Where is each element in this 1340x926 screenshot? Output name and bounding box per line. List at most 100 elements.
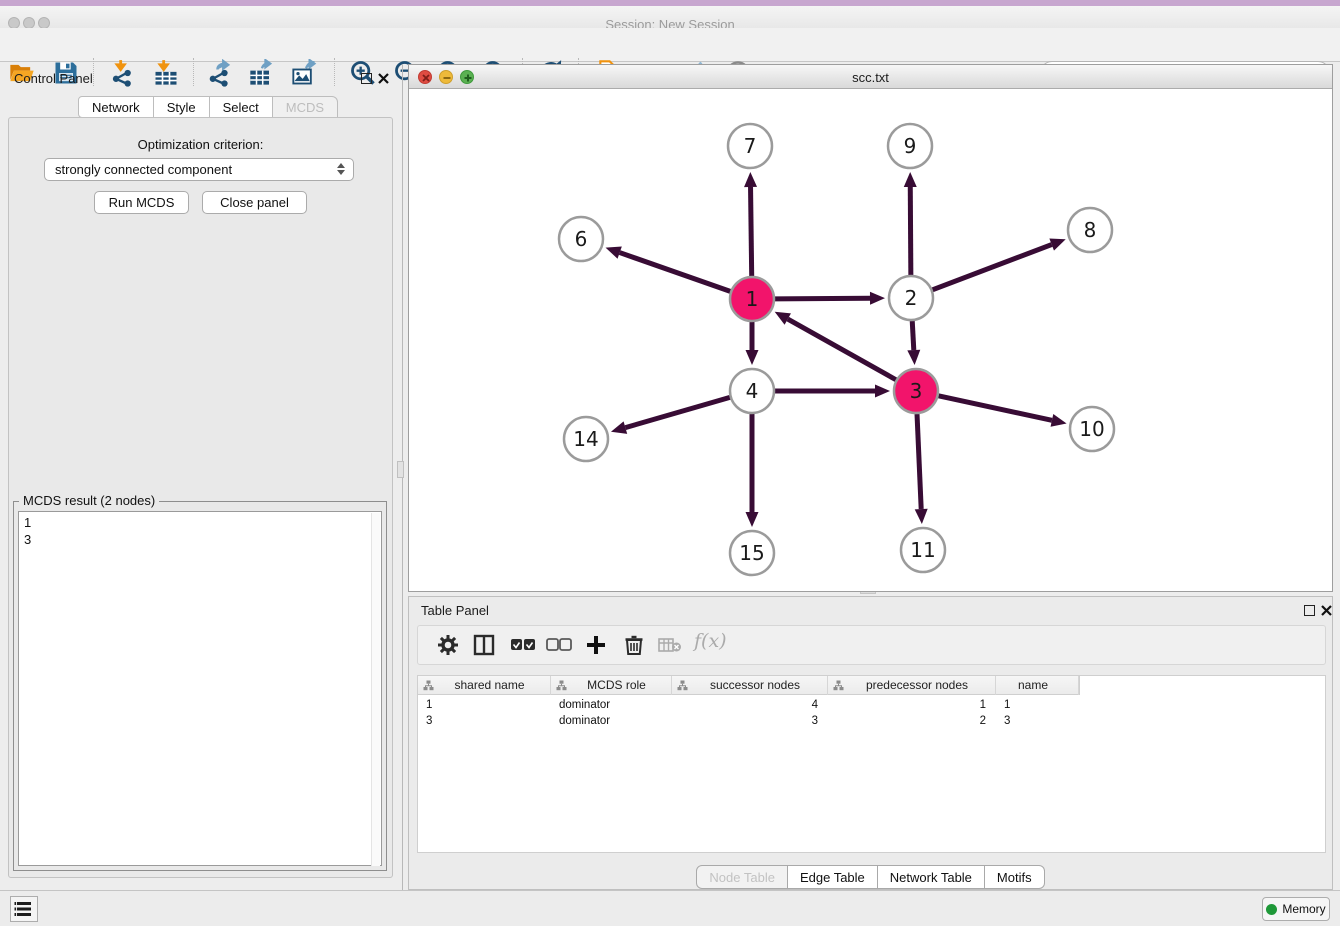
select-stepper-icon [337, 163, 345, 175]
select-all-checkboxes-icon[interactable] [510, 638, 536, 657]
memory-button[interactable]: Memory [1262, 897, 1330, 921]
column-header-mcds-role[interactable]: MCDS role [551, 676, 672, 695]
table-row[interactable]: 1 dominator 4 1 1 [418, 697, 1079, 713]
table-settings-icon[interactable] [436, 633, 460, 662]
node-label-15: 15 [739, 541, 764, 565]
tab-style[interactable]: Style [154, 96, 210, 118]
table-header-row: shared name MCDS role successor nodes pr… [418, 676, 1080, 695]
float-panel-icon[interactable] [361, 73, 372, 84]
optimization-criterion-select[interactable]: strongly connected component [44, 158, 354, 181]
arrowhead-4-14 [611, 421, 627, 433]
export-table-icon[interactable] [248, 59, 276, 87]
arrowhead-3-10 [1051, 414, 1067, 427]
tab-network-table[interactable]: Network Table [878, 865, 985, 889]
cell-successor-nodes: 3 [672, 713, 828, 729]
import-table-icon[interactable] [152, 59, 180, 87]
app-titlebar: Session: New Session [0, 6, 1340, 28]
function-builder-icon[interactable]: f(x) [694, 630, 727, 652]
table-row[interactable]: 3 dominator 3 2 3 [418, 713, 1079, 729]
edge-3-10[interactable] [938, 396, 1051, 420]
edge-3-1[interactable] [788, 319, 896, 380]
close-panel-icon[interactable] [377, 72, 390, 85]
node-label-3: 3 [910, 379, 923, 403]
tab-mcds[interactable]: MCDS [273, 96, 338, 118]
table-panel-title: Table Panel [421, 603, 489, 618]
close-panel-button[interactable]: Close panel [202, 191, 307, 214]
import-network-icon[interactable] [109, 59, 137, 87]
cell-shared-name: 3 [418, 713, 551, 729]
mcds-result-values: 1 3 [24, 514, 31, 548]
cell-name: 1 [996, 697, 1079, 713]
export-image-icon[interactable] [291, 59, 319, 87]
network-window-titlebar[interactable]: scc.txt [409, 65, 1332, 89]
memory-status-icon [1266, 904, 1277, 915]
toolbar-separator [93, 58, 94, 86]
edge-3-11[interactable] [917, 414, 921, 509]
edge-2-3[interactable] [912, 321, 914, 350]
table-panel-tabs: Node Table Edge Table Network Table Moti… [409, 865, 1332, 889]
column-header-predecessor-nodes[interactable]: predecessor nodes [828, 676, 996, 695]
mcds-result-group: MCDS result (2 nodes) 1 3 [13, 501, 387, 871]
table-toolbar: f(x) [417, 625, 1326, 665]
arrowhead-4-15 [746, 512, 759, 527]
list-icon [11, 897, 37, 921]
edge-4-14[interactable] [625, 397, 730, 427]
control-panel-tabs: Network Style Select MCDS [78, 96, 338, 118]
arrowhead-1-4 [746, 350, 759, 365]
delete-column-icon[interactable] [622, 633, 646, 662]
float-table-panel-icon[interactable] [1304, 605, 1315, 616]
node-label-11: 11 [910, 538, 935, 562]
arrowhead-2-9 [904, 172, 917, 187]
cell-successor-nodes: 4 [672, 697, 828, 713]
node-label-9: 9 [904, 134, 917, 158]
result-scrollbar[interactable] [371, 513, 380, 866]
tab-select[interactable]: Select [210, 96, 273, 118]
edge-1-6[interactable] [620, 253, 731, 292]
tab-edge-table[interactable]: Edge Table [788, 865, 878, 889]
arrowhead-1-7 [744, 172, 757, 187]
toolbar-separator [334, 58, 335, 86]
add-column-icon[interactable] [584, 633, 608, 662]
table-panel: Table Panel f(x) shared name MCDS role s… [408, 596, 1333, 890]
column-header-shared-name[interactable]: shared name [418, 676, 551, 695]
node-label-7: 7 [744, 134, 757, 158]
vertical-splitter-grip[interactable] [397, 461, 404, 478]
column-header-successor-nodes[interactable]: successor nodes [672, 676, 828, 695]
node-label-10: 10 [1079, 417, 1104, 441]
tab-node-table[interactable]: Node Table [696, 865, 788, 889]
node-label-14: 14 [573, 427, 598, 451]
edge-2-9[interactable] [910, 187, 911, 275]
cell-name: 3 [996, 713, 1079, 729]
task-history-button[interactable] [10, 896, 38, 922]
tab-network[interactable]: Network [78, 96, 154, 118]
column-header-name[interactable]: name [996, 676, 1079, 695]
node-label-4: 4 [746, 379, 759, 403]
node-table: shared name MCDS role successor nodes pr… [417, 675, 1326, 853]
mcds-result-title: MCDS result (2 nodes) [19, 493, 159, 508]
network-canvas[interactable]: 7968124314101511 [409, 89, 1332, 591]
network-view-window: scc.txt 7968124314101511 [408, 64, 1333, 592]
cell-mcds-role: dominator [551, 713, 672, 729]
edge-1-2[interactable] [775, 298, 870, 299]
run-mcds-button[interactable]: Run MCDS [94, 191, 189, 214]
delete-table-icon[interactable] [658, 637, 682, 658]
arrowhead-2-3 [907, 350, 920, 365]
split-table-view-icon[interactable] [472, 633, 496, 662]
status-bar [0, 890, 1340, 926]
mcds-result-textarea[interactable]: 1 3 [18, 511, 382, 866]
export-network-icon[interactable] [207, 59, 235, 87]
tab-motifs[interactable]: Motifs [985, 865, 1045, 889]
node-label-2: 2 [905, 286, 918, 310]
toolbar-separator [193, 58, 194, 86]
arrowhead-1-2 [870, 292, 885, 305]
control-panel-title: Control Panel [14, 71, 93, 86]
cell-shared-name: 1 [418, 697, 551, 713]
network-window-title: scc.txt [409, 70, 1332, 85]
cell-predecessor-nodes: 1 [828, 697, 996, 713]
node-label-8: 8 [1084, 218, 1097, 242]
deselect-all-checkboxes-icon[interactable] [546, 638, 572, 657]
edge-2-8[interactable] [933, 245, 1052, 290]
optimization-criterion-label: Optimization criterion: [8, 137, 393, 152]
edge-1-7[interactable] [751, 187, 752, 276]
close-table-panel-icon[interactable] [1320, 604, 1333, 617]
